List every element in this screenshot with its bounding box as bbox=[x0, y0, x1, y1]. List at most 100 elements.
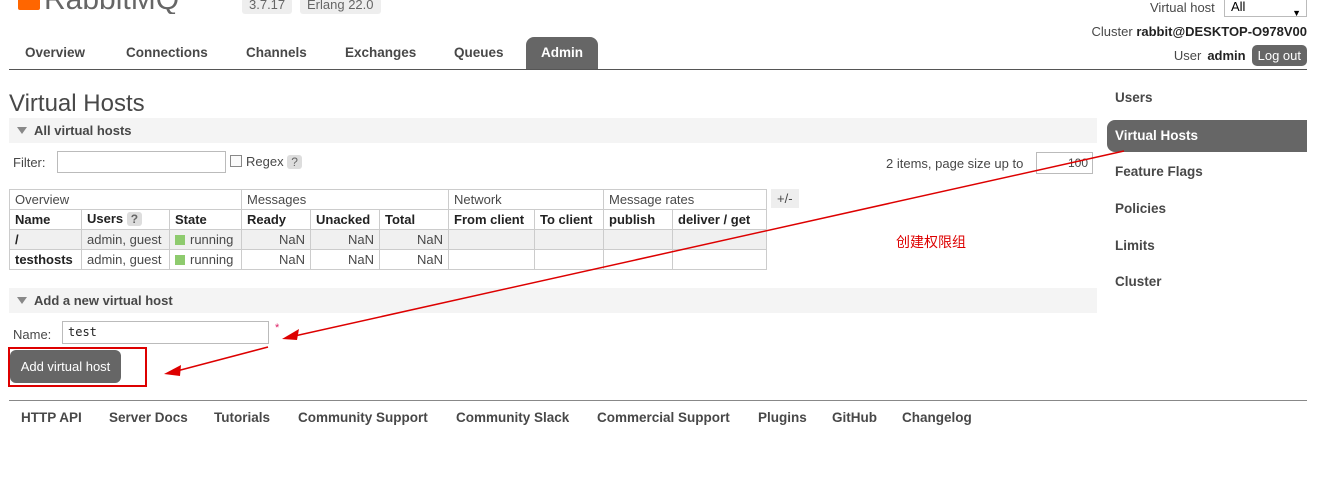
vhost-publish bbox=[603, 229, 673, 250]
vhost-users: admin, guest bbox=[81, 249, 170, 270]
vhost-from-client bbox=[448, 249, 535, 270]
tab-queues[interactable]: Queues bbox=[454, 37, 504, 69]
vhost-ready: NaN bbox=[241, 229, 311, 250]
group-messages: Messages bbox=[241, 189, 449, 210]
filter-input[interactable] bbox=[57, 151, 226, 173]
virtual-host-value: All bbox=[1231, 0, 1246, 14]
rabbitmq-logo[interactable]: RabbitMQ bbox=[18, 0, 228, 14]
columns-toggle-button[interactable]: +/- bbox=[771, 189, 799, 208]
col-ready[interactable]: Ready bbox=[241, 209, 311, 230]
group-message-rates: Message rates bbox=[603, 189, 767, 210]
page-title: Virtual Hosts bbox=[9, 90, 145, 117]
footer-link-server-docs[interactable]: Server Docs bbox=[109, 410, 188, 425]
vhost-to-client bbox=[534, 249, 604, 270]
annotation-text: 创建权限组 bbox=[896, 234, 966, 250]
vhost-state: running bbox=[169, 229, 242, 250]
required-marker: * bbox=[275, 322, 280, 334]
all-vhosts-title: All virtual hosts bbox=[34, 123, 132, 138]
group-overview: Overview bbox=[9, 189, 242, 210]
tab-exchanges[interactable]: Exchanges bbox=[345, 37, 416, 69]
sidebar-item-limits[interactable]: Limits bbox=[1107, 230, 1307, 262]
arrow-head-icon bbox=[164, 365, 181, 376]
table-row: testhosts admin, guest running NaN NaN N… bbox=[9, 249, 767, 270]
vhost-unacked: NaN bbox=[310, 249, 380, 270]
sidebar-item-feature-flags[interactable]: Feature Flags bbox=[1107, 156, 1307, 188]
vhost-total: NaN bbox=[379, 249, 449, 270]
col-total[interactable]: Total bbox=[379, 209, 449, 230]
col-publish[interactable]: publish bbox=[603, 209, 673, 230]
regex-help-button[interactable]: ? bbox=[287, 155, 302, 169]
col-name[interactable]: Name bbox=[9, 209, 82, 230]
vhost-unacked: NaN bbox=[310, 229, 380, 250]
footer-link-community-slack[interactable]: Community Slack bbox=[456, 410, 569, 425]
vhost-to-client bbox=[534, 229, 604, 250]
vhost-state: running bbox=[169, 249, 242, 270]
version-badge: 3.7.17 bbox=[242, 0, 293, 14]
vhost-name-link[interactable]: / bbox=[9, 229, 82, 250]
vhost-deliver-get bbox=[672, 229, 767, 250]
collapse-triangle-icon bbox=[17, 297, 27, 304]
footer-link-github[interactable]: GitHub bbox=[832, 410, 877, 425]
col-to-client[interactable]: To client bbox=[534, 209, 604, 230]
footer-link-changelog[interactable]: Changelog bbox=[902, 410, 972, 425]
page-size-input[interactable]: 100 bbox=[1036, 152, 1093, 174]
virtual-host-label: Virtual host bbox=[1150, 0, 1215, 15]
col-from-client[interactable]: From client bbox=[448, 209, 535, 230]
vhost-from-client bbox=[448, 229, 535, 250]
logo-text: RabbitMQ bbox=[44, 0, 179, 14]
sidebar-item-virtual-hosts[interactable]: Virtual Hosts bbox=[1107, 120, 1307, 152]
footer-link-commercial-support[interactable]: Commercial Support bbox=[597, 410, 730, 425]
tab-channels[interactable]: Channels bbox=[246, 37, 307, 69]
vhost-publish bbox=[603, 249, 673, 270]
tab-connections[interactable]: Connections bbox=[126, 37, 208, 69]
footer-link-http-api[interactable]: HTTP API bbox=[21, 410, 82, 425]
add-vhost-section-toggle[interactable]: Add a new virtual host bbox=[9, 288, 1097, 313]
col-users[interactable]: Users ? bbox=[81, 209, 170, 230]
running-status-icon bbox=[175, 235, 185, 245]
running-status-icon bbox=[175, 255, 185, 265]
vhost-ready: NaN bbox=[241, 249, 311, 270]
sidebar-item-users[interactable]: Users bbox=[1107, 82, 1307, 114]
filter-label: Filter: bbox=[13, 155, 46, 170]
table-group-header-row: Overview Messages Network Message rates bbox=[9, 189, 767, 210]
vhost-total: NaN bbox=[379, 229, 449, 250]
footer-link-plugins[interactable]: Plugins bbox=[758, 410, 807, 425]
tab-overview[interactable]: Overview bbox=[25, 37, 85, 69]
users-help-button[interactable]: ? bbox=[126, 212, 143, 226]
col-deliver-get[interactable]: deliver / get bbox=[672, 209, 767, 230]
add-vhost-title: Add a new virtual host bbox=[34, 293, 173, 308]
vhosts-table: Overview Messages Network Message rates … bbox=[9, 189, 767, 270]
col-unacked[interactable]: Unacked bbox=[310, 209, 380, 230]
vhost-state-text: running bbox=[190, 252, 234, 267]
vhost-name-link[interactable]: testhosts bbox=[9, 249, 82, 270]
regex-label: Regex ? bbox=[246, 154, 302, 171]
items-count-text: 2 items, page size up to bbox=[886, 156, 1024, 171]
erlang-badge: Erlang 22.0 bbox=[300, 0, 381, 14]
sidebar-item-cluster[interactable]: Cluster bbox=[1107, 266, 1307, 298]
col-users-label: Users bbox=[87, 211, 124, 226]
dropdown-caret-icon: ▼ bbox=[1292, 8, 1301, 18]
group-network: Network bbox=[448, 189, 604, 210]
regex-checkbox[interactable] bbox=[230, 155, 242, 167]
vhost-state-text: running bbox=[190, 232, 234, 247]
arrow-head-icon bbox=[282, 329, 299, 340]
name-label: Name: bbox=[13, 327, 52, 342]
col-state[interactable]: State bbox=[169, 209, 242, 230]
collapse-triangle-icon bbox=[17, 127, 27, 134]
regex-label-text: Regex bbox=[246, 154, 284, 169]
tab-admin[interactable]: Admin bbox=[526, 37, 598, 69]
main-tabs: Overview Connections Channels Exchanges … bbox=[9, 37, 1307, 70]
vhost-users: admin, guest bbox=[81, 229, 170, 250]
footer-link-tutorials[interactable]: Tutorials bbox=[214, 410, 270, 425]
sidebar-item-policies[interactable]: Policies bbox=[1107, 193, 1307, 225]
annotation-arrow-line bbox=[172, 346, 269, 373]
table-row: / admin, guest running NaN NaN NaN bbox=[9, 229, 767, 250]
virtual-host-select[interactable]: All ▼ bbox=[1224, 0, 1307, 18]
rabbit-logo-icon bbox=[18, 0, 40, 10]
table-header-row: Name Users ? State Ready Unacked Total F… bbox=[9, 209, 767, 230]
vhost-name-input[interactable]: test bbox=[62, 321, 269, 344]
all-vhosts-section-toggle[interactable]: All virtual hosts bbox=[9, 118, 1097, 143]
vhost-deliver-get bbox=[672, 249, 767, 270]
footer-link-community-support[interactable]: Community Support bbox=[298, 410, 428, 425]
highlight-box bbox=[8, 347, 147, 387]
